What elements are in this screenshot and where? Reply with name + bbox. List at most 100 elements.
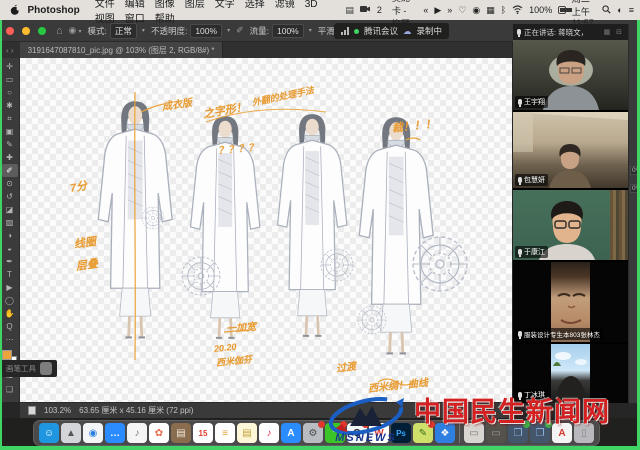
site-watermark: MSNEWS 中国民生新闻网 [318, 394, 610, 446]
participant-tile[interactable]: 于康江 [513, 190, 628, 260]
macos-menu-bar: Photoshop 文件编辑图像图层文字选择滤镜3D视图窗口帮助 ▤ 2 莫妮卡… [0, 0, 640, 20]
mic-icon [517, 29, 521, 35]
bluetooth-icon[interactable]: ᛒ [501, 6, 506, 15]
menu-item-9[interactable]: 窗口 [125, 14, 145, 25]
control-center-icon[interactable]: ◐ [617, 6, 622, 15]
gradient-tool[interactable]: ▧ [2, 216, 18, 229]
healing-tool[interactable]: ✚ [2, 151, 18, 164]
opacity-value: 100% [190, 24, 222, 38]
blur-tool[interactable]: ◑ [2, 229, 18, 242]
move-tool[interactable]: ✛ [2, 60, 18, 73]
dock-app-store[interactable]: A [281, 423, 301, 443]
ps-canvas[interactable]: 成衣版之字形！外翻的处理手法？？？？裁！！！7分线圈层叠一加宽20.20西米伽芬… [20, 58, 512, 402]
dock-notes[interactable]: ▤ [237, 423, 257, 443]
notification-list-icon[interactable]: ≡ [629, 6, 634, 15]
flow-field[interactable]: 流量: 100%▾ [250, 24, 312, 38]
dock-contacts[interactable]: ▤ [171, 423, 191, 443]
participant-name: 王宇翔 [524, 97, 545, 107]
screen-mode-button[interactable]: ❏ [2, 383, 18, 396]
recording-label: 录制中 [417, 25, 443, 37]
dock-music[interactable]: ♪ [259, 423, 279, 443]
spotlight-search-icon[interactable] [602, 5, 611, 16]
menu-item-7[interactable]: 3D [305, 0, 318, 10]
screen-share-icon[interactable]: ▤ [345, 6, 354, 15]
pressure-opacity-icon[interactable]: ✐ [236, 25, 244, 36]
meeting-camera-icon[interactable] [360, 5, 371, 15]
window-zoom-button[interactable] [38, 27, 46, 35]
dock-messages[interactable]: … [105, 423, 125, 443]
foreground-color-swatch[interactable] [2, 350, 12, 360]
home-icon[interactable]: ⌂ [56, 25, 63, 37]
pen-tool[interactable]: ✒ [2, 255, 18, 268]
menubar-clock[interactable]: 周二 上午11:57 [572, 0, 596, 28]
record-icon[interactable]: ◉ [472, 6, 480, 15]
window-minimize-button[interactable] [22, 27, 30, 35]
menu-item-0[interactable]: 文件 [95, 0, 115, 10]
menubar-menus: 文件编辑图像图层文字选择滤镜 3D 视图窗口帮助 [90, 0, 346, 25]
sketch-annotation: 线圈 [73, 233, 97, 252]
menu-item-8[interactable]: 视图 [95, 14, 115, 25]
wand-tool[interactable]: ✱ [2, 99, 18, 112]
tencent-meeting-bar[interactable]: 腾讯会议 ☁ 录制中 [334, 23, 449, 39]
keyboard-icon[interactable]: ▦ [486, 6, 495, 15]
heart-icon[interactable]: ♡ [458, 6, 466, 15]
brush-tool[interactable]: ✐ [2, 164, 18, 177]
battery-percent: 100% [529, 5, 552, 15]
tab-scroll-chevrons[interactable]: ‹ › [0, 46, 20, 55]
stamp-tool[interactable]: ⊙ [2, 177, 18, 190]
frame-tool[interactable]: ▣ [2, 125, 18, 138]
menu-item-1[interactable]: 编辑 [125, 0, 145, 10]
wifi-icon[interactable] [512, 5, 523, 16]
dock-reminders[interactable]: ≡ [215, 423, 235, 443]
zoom-tool[interactable]: Q [2, 320, 18, 333]
battery-icon [558, 6, 566, 14]
dock-launchpad[interactable]: ▲ [61, 423, 81, 443]
menu-item-4[interactable]: 文字 [215, 0, 235, 10]
marquee-tool[interactable]: ▭ [2, 73, 18, 86]
document-dimensions[interactable]: 63.65 厘米 x 45.16 厘米 (72 ppi) [79, 405, 193, 416]
panel-field[interactable]: 0% [630, 166, 637, 175]
more-tools-button[interactable]: ⋯ [2, 333, 18, 346]
dock-media-app[interactable]: ♪ [127, 423, 147, 443]
watermark-logo: MSNEWS [318, 394, 414, 446]
opacity-field[interactable]: 不透明度: 100%▾ [151, 24, 230, 38]
menu-item-5[interactable]: 选择 [245, 0, 265, 10]
document-title: 3191647087810_pic.jpg @ 103% (图层 2, RGB/… [28, 45, 215, 56]
dock-finder[interactable]: ☺ [39, 423, 59, 443]
dodge-tool[interactable]: ◒ [2, 242, 18, 255]
ps-toolbar: ✛▭○✱⌗▣✎✚✐⊙↺◪▧◑◒✒T▶◯✋Q ⋯ ◨ ❏ [0, 58, 20, 402]
media-play-icon[interactable]: ▶ [434, 6, 441, 15]
window-close-button[interactable] [6, 27, 14, 35]
ps-tab-row: ‹ › 3191647087810_pic.jpg @ 103% (图层 2, … [0, 42, 512, 58]
dock-calendar[interactable]: 15 [193, 423, 213, 443]
panel-field[interactable]: 0% [630, 184, 637, 193]
apple-logo-icon[interactable] [10, 4, 20, 16]
document-tab[interactable]: 3191647087810_pic.jpg @ 103% (图层 2, RGB/… [20, 42, 224, 58]
dock-safari[interactable]: ◉ [83, 423, 103, 443]
crop-tool[interactable]: ⌗ [2, 112, 18, 125]
menu-item-2[interactable]: 图像 [155, 0, 175, 10]
brush-preset-icon[interactable]: ◉▾ [69, 25, 82, 36]
type-tool[interactable]: T [2, 268, 18, 281]
lasso-tool[interactable]: ○ [2, 86, 18, 99]
dock-photos[interactable]: ✿ [149, 423, 169, 443]
cloud-record-icon: ☁ [403, 26, 412, 37]
participant-tile[interactable]: 包慧妍 [513, 112, 628, 188]
mic-active-dot [354, 29, 359, 34]
meeting-app-label: 腾讯会议 [364, 25, 398, 37]
eraser-tool[interactable]: ◪ [2, 203, 18, 216]
menu-item-10[interactable]: 帮助 [155, 14, 175, 25]
history-brush-tool[interactable]: ↺ [2, 190, 18, 203]
eyedropper-tool[interactable]: ✎ [2, 138, 18, 151]
zoom-level[interactable]: 103.2% [44, 406, 71, 415]
media-prev-icon[interactable]: « [423, 6, 428, 15]
menu-item-6[interactable]: 滤镜 [275, 0, 295, 10]
menu-item-3[interactable]: 图层 [185, 0, 205, 10]
shape-tool[interactable]: ◯ [2, 294, 18, 307]
participant-tile[interactable]: 服装设计专生本803张林杰 [513, 262, 628, 342]
media-next-icon[interactable]: » [447, 6, 452, 15]
menubar-app-name[interactable]: Photoshop [28, 5, 80, 16]
path-select-tool[interactable]: ▶ [2, 281, 18, 294]
hand-tool[interactable]: ✋ [2, 307, 18, 320]
participant-tile[interactable]: 王宇翔 [513, 40, 628, 110]
